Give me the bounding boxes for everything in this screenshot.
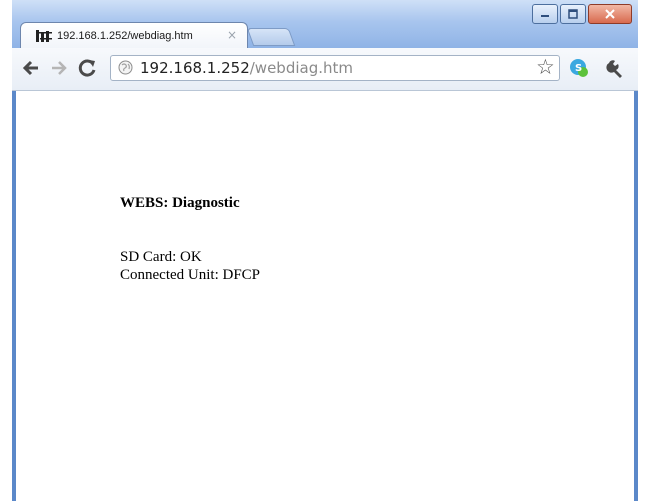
reload-icon[interactable]: [76, 57, 98, 79]
new-tab-button[interactable]: [246, 28, 296, 46]
extension-icon[interactable]: S: [568, 57, 590, 79]
page-title: WEBS: Diagnostic: [120, 195, 240, 211]
browser-toolbar: 192.168.1.252/webdiag.htm ☆ S: [12, 48, 638, 91]
browser-window: 192.168.1.252/webdiag.htm × 192.168.1.25…: [12, 0, 638, 501]
url-host: 192.168.1.252: [140, 59, 250, 77]
page-content: WEBS: Diagnostic SD Card: OK Connected U…: [16, 91, 634, 501]
connected-unit-status: Connected Unit: DFCP: [120, 267, 261, 283]
globe-icon: [118, 60, 133, 75]
wrench-menu-icon[interactable]: [604, 57, 626, 79]
address-bar[interactable]: 192.168.1.252/webdiag.htm: [110, 55, 560, 81]
tab-close-icon[interactable]: ×: [227, 28, 237, 42]
url-path: /webdiag.htm: [249, 59, 353, 77]
site-favicon-icon: [35, 29, 53, 43]
url-text: 192.168.1.252/webdiag.htm: [140, 59, 353, 77]
title-bar: 192.168.1.252/webdiag.htm ×: [12, 0, 638, 48]
svg-text:S: S: [575, 63, 582, 74]
tab-title: 192.168.1.252/webdiag.htm: [57, 29, 193, 42]
forward-arrow-icon[interactable]: [48, 57, 70, 79]
minimize-button[interactable]: [532, 4, 558, 24]
maximize-button[interactable]: [560, 4, 586, 24]
close-window-button[interactable]: [588, 4, 632, 24]
back-arrow-icon[interactable]: [20, 57, 42, 79]
sd-card-status: SD Card: OK: [120, 249, 202, 265]
window-controls: [532, 4, 632, 24]
bookmark-star-icon[interactable]: ☆: [536, 56, 555, 78]
browser-tab[interactable]: 192.168.1.252/webdiag.htm ×: [20, 22, 248, 48]
